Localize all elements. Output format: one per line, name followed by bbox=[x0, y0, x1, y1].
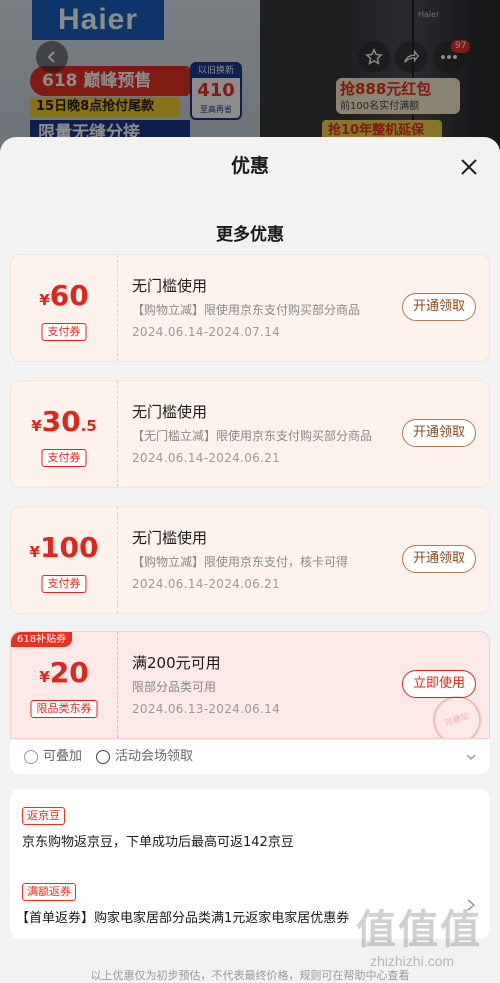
coupon-date: 2024.06.14-2024.06.21 bbox=[132, 451, 281, 465]
coupon-date: 2024.06.14-2024.06.21 bbox=[132, 577, 281, 591]
coupon-type-tag: 支付券 bbox=[41, 449, 87, 467]
watermark-url: zhizhizhi.com bbox=[370, 953, 455, 969]
venue-tag: 活动会场领取 bbox=[96, 740, 193, 774]
coupon-desc: 【无门槛立减】限使用京东支付购买部分商品 bbox=[132, 429, 373, 443]
close-icon bbox=[461, 159, 477, 175]
claim-button[interactable]: 开通领取 bbox=[402, 545, 476, 573]
watermark-logo: 值值值 bbox=[356, 907, 482, 953]
coupon-value-area: ¥100 支付券 bbox=[11, 507, 118, 613]
discount-sheet: 优惠 更多优惠 ¥60 支付券 无门槛使用 【购物立减】限使用京东支付购买部分商… bbox=[0, 137, 500, 983]
claim-button[interactable]: 开通领取 bbox=[402, 419, 476, 447]
claim-button[interactable]: 开通领取 bbox=[402, 293, 476, 321]
coupon-desc: 【购物立减】限使用京东支付购买部分商品 bbox=[132, 303, 361, 317]
coupon-card: ¥60 支付券 无门槛使用 【购物立减】限使用京东支付购买部分商品 2024.0… bbox=[10, 254, 490, 362]
section-title: 更多优惠 bbox=[216, 225, 284, 245]
watermark: 值值值 zhizhizhi.com bbox=[350, 897, 500, 983]
close-button[interactable] bbox=[457, 155, 481, 179]
coupon-title: 无门槛使用 bbox=[132, 529, 208, 547]
stackable-tag: 可叠加 bbox=[24, 740, 82, 774]
coupon-card: ¥100 支付券 无门槛使用 【购物立减】限使用京东支付，核卡可得 2024.0… bbox=[10, 506, 490, 614]
chevron-down-icon[interactable] bbox=[466, 752, 476, 762]
coupon-desc: 限部分品类可用 bbox=[132, 680, 217, 694]
coupon-title: 无门槛使用 bbox=[132, 403, 208, 421]
venue-icon bbox=[96, 750, 110, 764]
coupon-footer[interactable]: 可叠加 活动会场领取 bbox=[10, 740, 490, 774]
coupon-desc: 【购物立减】限使用京东支付，核卡可得 bbox=[132, 555, 349, 569]
rebate-tag: 返京豆 bbox=[22, 807, 65, 825]
coupon-amount: ¥30.5 bbox=[31, 405, 97, 438]
stackable-label: 可叠加 bbox=[43, 749, 83, 764]
coupon-type-tag: 限品类东券 bbox=[30, 700, 98, 718]
coupon-card: ¥30.5 支付券 无门槛使用 【无门槛立减】限使用京东支付购买部分商品 202… bbox=[10, 380, 490, 488]
coupon-value-area: ¥30.5 支付券 bbox=[11, 381, 118, 487]
coupon-value-area: ¥20 限品类东券 bbox=[11, 632, 118, 738]
coupon-title: 无门槛使用 bbox=[132, 277, 208, 295]
coupon-date: 2024.06.14-2024.07.14 bbox=[132, 325, 281, 339]
coupon-title: 满200元可用 bbox=[132, 654, 221, 672]
venue-label: 活动会场领取 bbox=[115, 749, 194, 764]
use-now-button[interactable]: 立即使用 bbox=[402, 670, 476, 698]
rebate-text: 京东购物返京豆，下单成功后最高可返142京豆 bbox=[22, 835, 294, 850]
stack-icon bbox=[24, 750, 38, 764]
rebate-text[interactable]: 【首单返券】购家电家居部分品类满1元返家电家居优惠券 bbox=[16, 907, 349, 926]
coupon-type-tag: 支付券 bbox=[41, 575, 87, 593]
coupon-date: 2024.06.13-2024.06.14 bbox=[132, 702, 281, 716]
subsidy-coupon-card: ¥20 限品类东券 618补贴券 满200元可用 限部分品类可用 2024.06… bbox=[10, 631, 490, 739]
coupon-amount: ¥60 bbox=[39, 279, 89, 312]
coupon-amount: ¥100 bbox=[29, 531, 99, 564]
sheet-title: 优惠 bbox=[230, 155, 269, 177]
subsidy-badge: 618补贴券 bbox=[11, 632, 73, 647]
coupon-type-tag: 支付券 bbox=[41, 323, 87, 341]
rebate-tag: 满额返券 bbox=[22, 883, 76, 901]
coupon-amount: ¥20 bbox=[39, 656, 89, 689]
coupon-value-area: ¥60 支付券 bbox=[11, 255, 118, 361]
